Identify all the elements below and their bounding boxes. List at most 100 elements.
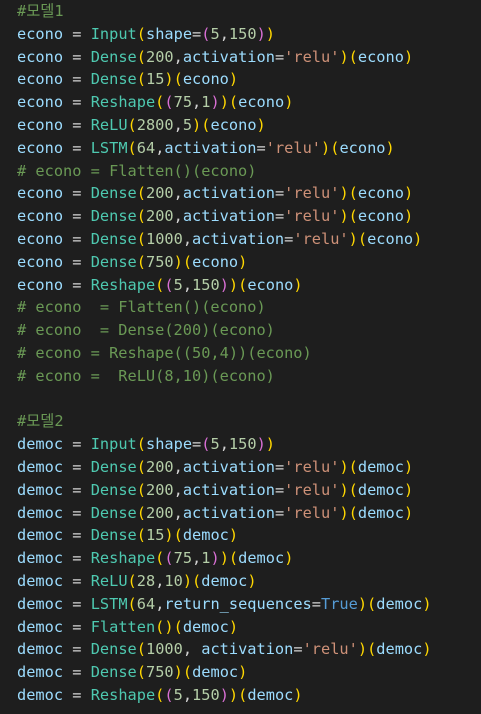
code-line[interactable]: econo = Dense(750)(econo) [17,251,247,274]
code-token-paren1: ) [265,24,275,43]
code-token-num: 1000 [145,230,183,248]
code-token-class: Flatten [90,617,156,636]
code-token-paren2: ) [210,549,220,568]
code-line[interactable]: democ = Dense(200,activation='relu')(dem… [17,456,413,479]
code-token-paren1: ) [228,70,239,89]
code-line[interactable]: econo = LSTM(64,activation='relu')(econo… [17,137,395,160]
code-token-var: shape [145,24,193,43]
code-token-paren1: ) [238,252,248,271]
code-token-var: democ [17,594,64,613]
code-line[interactable]: # econo = ReLU(8,10)(econo) [17,365,275,388]
code-line[interactable]: #모델2 [17,410,64,433]
code-token-class: Reshape [90,93,156,112]
code-line[interactable]: # econo = Reshape((50,4))(econo) [17,342,312,365]
code-line[interactable]: democ = Input(shape=(5,150)) [17,433,275,456]
code-token-paren1: ( [127,138,137,157]
code-line[interactable]: econo = Dense(200,activation='relu')(eco… [17,182,413,205]
code-token-class: Dense [90,480,137,499]
code-token-var: econo [17,230,64,248]
code-token-paren1: ( [136,480,146,499]
code-token-var: democ [17,549,64,568]
code-token-var: activation [192,230,285,248]
code-token-paren1: ) [228,275,239,294]
code-line[interactable]: democ = LSTM(64,return_sequences=True)(d… [17,593,432,616]
code-line[interactable]: # econo = Flatten()(econo) [17,160,256,183]
code-line[interactable]: democ = Dense(750)(democ) [17,661,247,684]
code-token-plain: = [63,435,91,454]
code-token-paren1: ) [348,230,358,248]
code-line[interactable]: democ = Dense(15)(democ) [17,524,238,547]
code-token-paren1: ( [136,526,146,545]
code-token-kw: True [320,594,358,613]
code-line[interactable]: # econo = Flatten()(econo) [17,296,266,319]
code-token-num: 2800 [136,116,174,134]
code-token-paren1: ) [357,640,368,659]
code-token-comment: # econo = ReLU(8,10)(econo) [17,366,275,385]
code-token-str: 'relu' [265,138,321,157]
code-token-paren1: ) [339,47,349,66]
code-token-num: 5 [182,116,193,134]
code-token-paren1: ( [367,594,377,613]
code-line[interactable]: democ = Dense(200,activation='relu')(dem… [17,502,413,525]
code-token-paren1: ( [192,572,202,590]
code-line[interactable]: democ = ReLU(28,10)(democ) [17,570,257,593]
code-token-plain: = [274,480,285,499]
code-line[interactable]: democ = Dense(200,activation='relu')(dem… [17,479,413,502]
code-editor[interactable]: #모델1 econo = Input(shape=(5,150)) econo = … [0,0,481,714]
code-token-class: Dense [90,458,137,476]
code-token-var: democ [357,503,404,522]
code-line[interactable]: democ = Flatten()(democ) [17,616,238,639]
code-token-class: Reshape [90,275,156,294]
code-line[interactable]: #모델1 [17,0,64,23]
code-line[interactable]: econo = Input(shape=(5,150)) [17,23,275,46]
code-token-var: democ [17,435,64,454]
code-line[interactable]: econo = Reshape((75,1))(econo) [17,91,293,114]
code-token-paren1: ) [265,435,275,454]
code-token-num: 28 [136,572,156,590]
code-token-paren1: ( [228,549,239,568]
code-line[interactable]: democ = Dense(1000, activation='relu')(d… [17,638,432,661]
code-line[interactable]: econo = Reshape((5,150))(econo) [17,274,303,297]
code-token-plain: , [173,207,183,226]
code-token-paren1: ( [173,617,183,636]
code-token-var: activation [182,184,275,203]
code-token-num: 750 [145,252,174,271]
code-token-num: 75 [173,549,193,568]
code-token-num: 200 [145,207,174,226]
code-token-str: 'relu' [284,207,340,226]
code-token-comment: #모델1 [17,2,64,20]
code-line[interactable]: democ = Reshape((5,150))(democ) [17,684,303,707]
code-token-plain: = [63,503,91,522]
code-token-class: Reshape [90,686,156,704]
code-token-var: democ [357,458,404,476]
code-line[interactable]: econo = Dense(1000,activation='relu')(ec… [17,228,422,251]
code-token-plain: = [274,47,285,66]
code-token-paren1: ( [136,230,146,248]
code-token-paren1: ( [182,252,193,271]
code-token-var: return_sequences [164,594,312,613]
code-token-paren1: ( [348,184,358,203]
code-token-paren1: ) [182,572,193,590]
code-token-num: 5 [173,686,183,704]
code-token-paren1: ) [219,93,229,112]
code-token-paren1: ( [136,70,146,89]
code-line[interactable]: econo = ReLU(2800,5)(econo) [17,114,266,137]
code-line[interactable]: # econo = Dense(200)(econo) [17,319,275,342]
code-token-num: 15 [145,526,165,545]
code-token-class: Input [90,24,137,43]
code-token-plain: , [173,503,183,522]
code-token-plain: , [182,275,193,294]
code-token-paren1: ( [155,617,165,636]
code-line[interactable]: econo = Dense(15)(econo) [17,68,238,91]
code-token-paren1: ) [284,93,294,112]
code-line[interactable]: econo = Dense(200,activation='relu')(eco… [17,205,413,228]
code-token-num: 75 [173,93,193,112]
code-token-paren1: ) [339,458,349,476]
code-token-paren1: ) [164,617,174,636]
code-token-num: 150 [228,435,257,454]
code-line[interactable]: democ = Reshape((75,1))(democ) [17,547,293,570]
code-line[interactable]: econo = Dense(200,activation='relu')(eco… [17,46,413,69]
code-token-var: activation [164,138,257,157]
code-token-plain: = [63,686,91,704]
code-token-paren1: ( [155,549,165,568]
